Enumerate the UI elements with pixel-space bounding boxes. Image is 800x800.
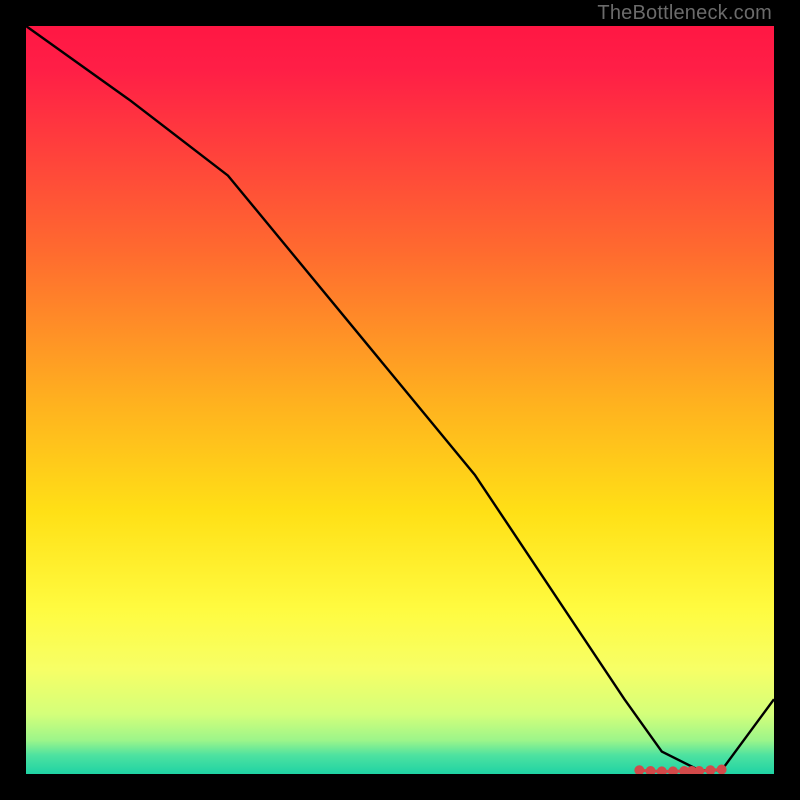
watermark-text: TheBottleneck.com: [597, 2, 772, 25]
gradient-background: [26, 26, 774, 774]
plot-area: [26, 26, 774, 774]
chart-frame: TheBottleneck.com: [0, 0, 800, 800]
chart-svg: [26, 26, 774, 774]
